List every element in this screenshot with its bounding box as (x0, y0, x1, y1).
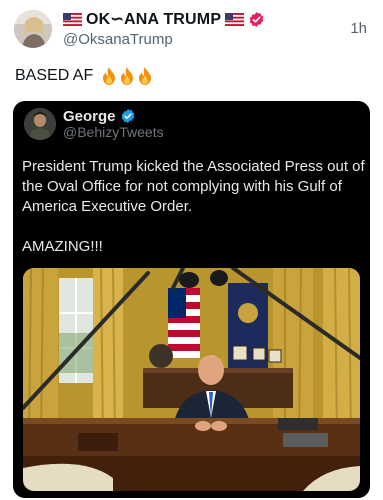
fire-icon (119, 67, 135, 85)
fire-icon (137, 67, 153, 85)
author-handle[interactable]: @OksanaTrump (63, 31, 173, 48)
verified-badge-icon (248, 11, 265, 28)
author-avatar[interactable] (14, 10, 52, 48)
us-flag-icon (63, 12, 82, 26)
fire-icon (101, 67, 117, 85)
quoted-author-name[interactable]: George (63, 108, 116, 125)
tweet-timestamp[interactable]: 1h (350, 20, 367, 37)
author-display-name[interactable]: OK∽ANA TRUMP (86, 9, 221, 29)
quoted-tweet-photo[interactable] (23, 268, 360, 491)
tweet-text-content: BASED AF (15, 67, 94, 84)
verified-badge-icon (120, 108, 137, 125)
quoted-paragraph: President Trump kicked the Associated Pr… (22, 158, 365, 215)
quoted-paragraph: AMAZING!!! (22, 238, 103, 255)
quoted-tweet-card[interactable]: George @BehizyTweets President Trump kic… (13, 101, 370, 498)
us-flag-icon (225, 12, 245, 26)
quoted-author-handle[interactable]: @BehizyTweets (63, 124, 164, 140)
quoted-author-name-row[interactable]: George (63, 108, 137, 125)
tweet-text: BASED AF (15, 67, 153, 85)
author-name-row[interactable]: OK∽ANA TRUMP (63, 9, 265, 29)
quoted-tweet-text: President Trump kicked the Associated Pr… (22, 157, 366, 257)
quoted-author-avatar[interactable] (24, 108, 56, 140)
fire-emoji-group (101, 67, 153, 85)
